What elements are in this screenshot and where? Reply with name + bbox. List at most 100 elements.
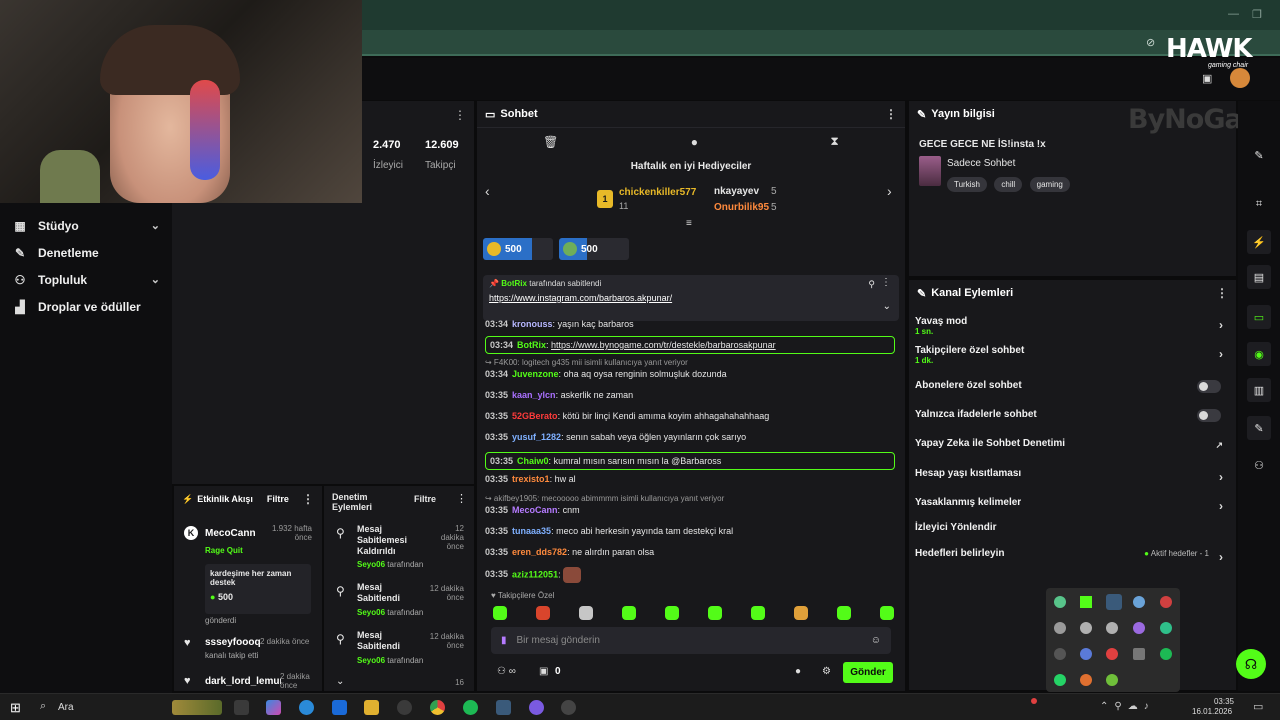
age-restrict-row[interactable]: Hesap yaşı kısıtlaması › [915, 468, 1229, 484]
mail-icon[interactable] [332, 700, 347, 715]
more-icon[interactable]: ⋮ [454, 108, 466, 122]
chevron-left-icon[interactable]: ‹ [485, 183, 490, 199]
nvidia-icon[interactable] [1106, 674, 1118, 686]
chat-message[interactable]: 03:34 BotRix: https://www.bynogame.com/tr… [485, 336, 895, 354]
message-user[interactable]: trexisto1 [512, 474, 550, 484]
restore-icon[interactable]: ❐ [1252, 8, 1262, 21]
sidebar-item-community[interactable]: ⚇ Topluluk ⌄ [0, 266, 172, 293]
message-user[interactable]: aziz112051 [512, 569, 558, 579]
infinity-icon[interactable]: ⚇ ∞ [497, 666, 516, 677]
chat-message[interactable]: 03:35 yusuf_1282: senın sabah veya öğlen … [485, 432, 897, 442]
filter-button[interactable]: Filtre [414, 494, 436, 504]
chat-message[interactable]: 03:35 MecoCann: cnm [485, 505, 897, 515]
filter-button[interactable]: Filtre [267, 494, 289, 504]
gear-icon[interactable]: ⚙ [822, 666, 831, 677]
message-user[interactable]: kaan_ylcn [512, 390, 556, 400]
whatsapp-icon[interactable] [1054, 674, 1066, 686]
chat-bubble-icon[interactable]: ● [795, 666, 801, 677]
gear-icon[interactable] [1106, 594, 1122, 610]
message-user[interactable]: BotRix [517, 340, 546, 350]
pin-icon[interactable]: ⚲ [868, 279, 875, 290]
message-user[interactable]: Juvenzone [512, 369, 559, 379]
chat-icon[interactable]: ▭ [1247, 305, 1271, 329]
ai-moderation-row[interactable]: Yapay Zeka ile Sohbet Denetimi ↗ [915, 438, 1229, 450]
emote[interactable] [708, 606, 722, 620]
sidebar-item-drops[interactable]: ▟ Droplar ve ödüller [0, 293, 172, 320]
chevron-right-icon[interactable]: › [887, 183, 892, 199]
tray-icons[interactable]: ⌃⚲☁♪ [1100, 701, 1155, 712]
broadcast-icon[interactable]: ◉ [1247, 342, 1271, 366]
emote[interactable] [751, 606, 765, 620]
chat-message[interactable]: 03:35 trexisto1: hw al [485, 474, 897, 484]
windows-start-icon[interactable]: ⊞ [10, 700, 25, 715]
message-user[interactable]: 52GBerato [512, 411, 558, 421]
activity-user[interactable]: ssseyfoooq [205, 637, 261, 648]
support-button[interactable]: ☊ [1236, 649, 1266, 679]
discord-icon[interactable] [529, 700, 544, 715]
slow-mode-row[interactable]: Yavaş mod 1 sn. › [915, 316, 1229, 336]
chat-input[interactable]: ▮ Bir mesaj gönderin ☺ [491, 627, 891, 654]
goal-pill[interactable]: 500 [559, 238, 629, 260]
chat-message[interactable]: 03:35 kaan_ylcn: askerlik ne zaman [485, 390, 897, 400]
more-icon[interactable]: ⋮ [456, 492, 467, 505]
followers-only-row[interactable]: Takipçilere özel sohbet 1 dk. › [915, 345, 1229, 365]
tray-icon[interactable] [1054, 622, 1066, 634]
minimize-icon[interactable]: — [1228, 8, 1239, 20]
spotify-icon[interactable] [463, 700, 478, 715]
gift-icon[interactable]: ▣ [1202, 72, 1212, 85]
chevron-down-icon[interactable]: ⌄ [883, 301, 891, 312]
pencil-icon[interactable]: ✎ [1247, 143, 1271, 167]
emote[interactable] [880, 606, 894, 620]
scan-icon[interactable]: ⌗ [1247, 192, 1271, 216]
emotes-only-toggle[interactable] [1197, 409, 1221, 422]
tray-icon[interactable] [1133, 648, 1145, 660]
play-icon[interactable] [1080, 596, 1092, 608]
trash-icon[interactable]: 🗑 [543, 135, 558, 149]
goal-pill[interactable]: 500 [483, 238, 553, 260]
chat-message[interactable]: 03:35 52GBerato: kötü bir linçi Kendi amı… [485, 411, 897, 421]
browser-address-bar[interactable]: ⊘ [362, 30, 1280, 56]
message-user[interactable]: eren_dds782 [512, 547, 567, 557]
gift-box-icon[interactable]: ▣ [539, 666, 548, 677]
activity-user[interactable]: MecoCann [205, 528, 256, 539]
tray-icon[interactable] [1133, 622, 1145, 634]
tray-icon[interactable] [1080, 622, 1092, 634]
tray-icon[interactable] [1080, 674, 1092, 686]
notification-icon[interactable]: ▭ [1253, 700, 1263, 713]
emoji-icon[interactable]: ☺ [871, 635, 881, 646]
emote[interactable] [794, 606, 808, 620]
layout-icon[interactable]: ▥ [1247, 378, 1271, 402]
more-icon[interactable]: ⋮ [881, 277, 891, 288]
chat-bubble-icon[interactable]: ● [691, 135, 698, 149]
chat-message[interactable]: 03:34 Juvenzone: oha aq oysa renginin sol… [485, 369, 897, 379]
pinned-link[interactable]: https://www.instagram.com/barbaros.akpun… [489, 293, 893, 303]
emote[interactable] [536, 606, 550, 620]
goals-row[interactable]: Hedefleri belirleyin ● Aktif hedefler - … [915, 548, 1229, 564]
users-icon[interactable]: ⚇ [1247, 453, 1271, 477]
chrome-icon[interactable] [430, 700, 445, 715]
message-user[interactable]: MecoCann [512, 505, 558, 515]
redirect-row[interactable]: İzleyici Yönlendir [915, 522, 1229, 533]
obs-icon[interactable] [561, 700, 576, 715]
chat-message[interactable]: 03:35 aziz112051: [485, 567, 897, 583]
emote[interactable] [837, 606, 851, 620]
message-user[interactable]: Chaiw0 [517, 456, 549, 466]
tray-icon[interactable] [1106, 622, 1118, 634]
mic-icon[interactable] [1160, 596, 1172, 608]
sidebar-item-moderation[interactable]: ✎ Denetleme [0, 239, 172, 266]
taskbar-search[interactable]: Ara [58, 702, 74, 713]
copilot-icon[interactable] [266, 700, 281, 715]
message-text[interactable]: https://www.bynogame.com/tr/destekle/bar… [551, 340, 776, 350]
emote[interactable] [579, 606, 593, 620]
more-icon[interactable]: ⋮ [302, 492, 314, 506]
eye-off-icon[interactable]: ⊘ [1146, 36, 1155, 49]
task-view-icon[interactable] [234, 700, 249, 715]
chat-message[interactable]: 03:35 tunaaa35: meco abi herkesin yayında… [485, 526, 897, 536]
wrench-icon[interactable]: ✎ [1247, 416, 1271, 440]
widget-image[interactable] [172, 700, 222, 715]
emote[interactable] [665, 606, 679, 620]
banned-words-row[interactable]: Yasaklanmış kelimeler › [915, 497, 1229, 513]
send-button[interactable]: Gönder [843, 662, 893, 683]
emote[interactable] [493, 606, 507, 620]
tray-icon[interactable] [1160, 622, 1172, 634]
